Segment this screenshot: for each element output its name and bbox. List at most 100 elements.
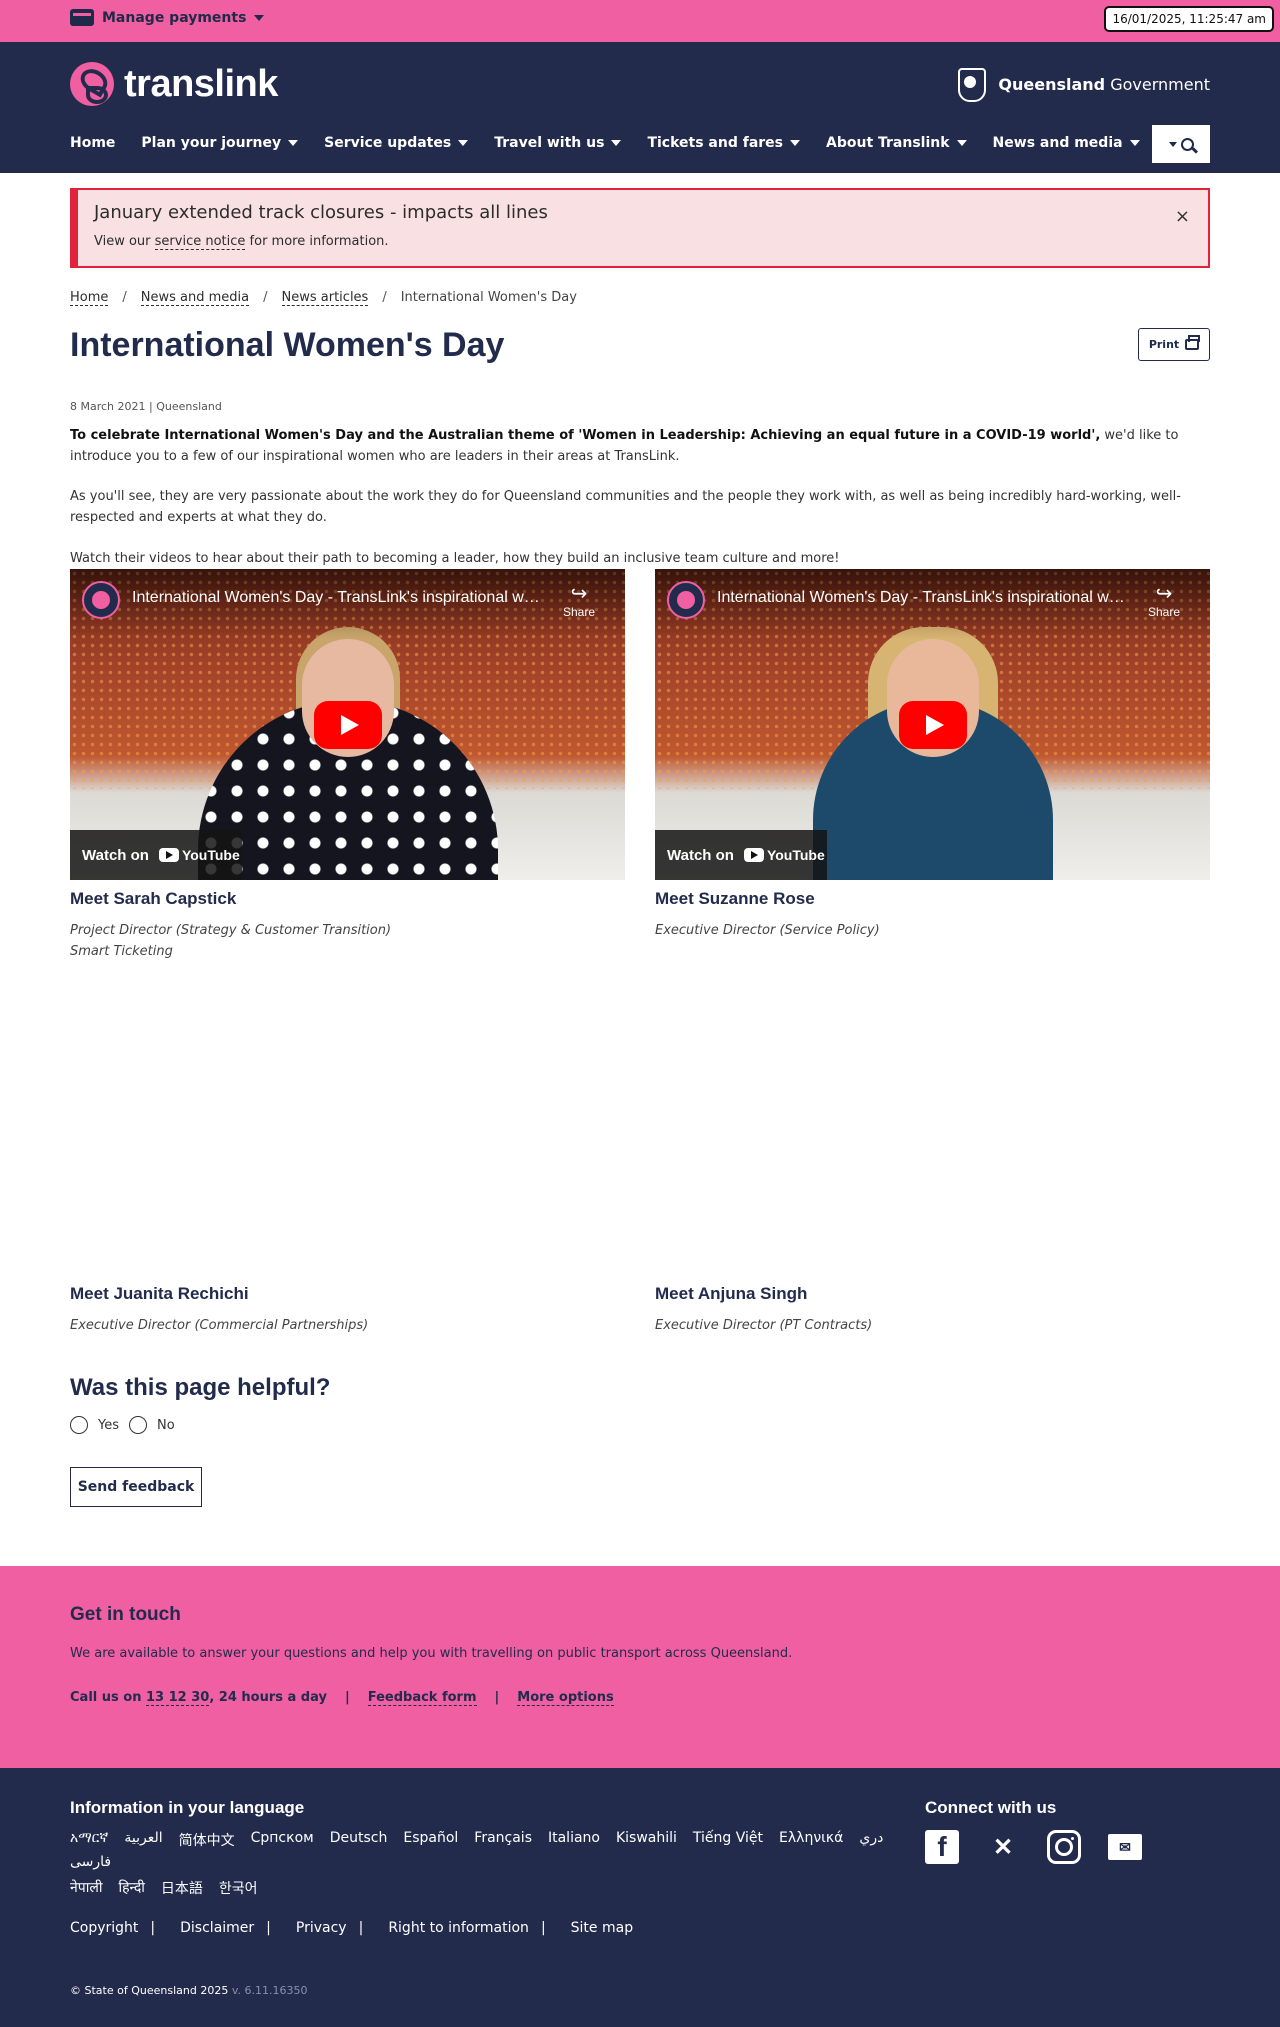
copyright-text: © State of Queensland 2025 <box>70 1984 229 1997</box>
language-link[interactable]: 简体中文 <box>179 1830 235 1850</box>
language-link[interactable]: 한국어 <box>219 1878 258 1898</box>
send-feedback-button[interactable]: Send feedback <box>70 1467 202 1507</box>
share-icon: ↪ <box>1155 583 1173 605</box>
connect-heading: Connect with us <box>925 1798 1057 1817</box>
breadcrumb-separator: / <box>122 290 127 305</box>
nav-service-updates[interactable]: Service updates <box>324 135 469 151</box>
language-link[interactable]: Français <box>474 1830 532 1850</box>
breadcrumb-news-and-media[interactable]: News and media <box>140 290 250 306</box>
watch-on-youtube-button[interactable]: Watch on YouTube <box>70 830 242 880</box>
phone-link[interactable]: 13 12 30 <box>145 1690 210 1706</box>
paragraph: As you'll see, they are very passionate … <box>70 489 1181 525</box>
separator: | <box>358 1920 364 1936</box>
language-link[interactable]: Српском <box>251 1830 314 1850</box>
footer-link-privacy[interactable]: Privacy <box>296 1920 347 1936</box>
breadcrumb-home[interactable]: Home <box>70 290 109 306</box>
email-icon[interactable]: ✉ <box>1108 1834 1142 1860</box>
nav-tickets-and-fares[interactable]: Tickets and fares <box>647 135 800 151</box>
article-meta: 8 March 2021 | Queensland <box>70 400 222 413</box>
intro-paragraph: To celebrate International Women's Day a… <box>70 425 1210 467</box>
nav-travel-with-us[interactable]: Travel with us <box>494 135 622 151</box>
language-link[interactable]: Español <box>403 1830 458 1850</box>
language-link[interactable]: Kiswahili <box>616 1830 677 1850</box>
timestamp: 16/01/2025, 11:25:47 am <box>1104 6 1274 32</box>
language-link[interactable]: العربية <box>124 1830 162 1850</box>
call-us: Call us on 13 12 30, 24 hours a day <box>70 1690 327 1706</box>
nav-label: About Translink <box>826 135 950 151</box>
language-link[interactable]: 日本語 <box>161 1878 203 1898</box>
video-title[interactable]: International Women's Day - TransLink's … <box>132 589 542 607</box>
translink-logo[interactable]: translink <box>70 62 278 106</box>
video-caption-name: Meet Juanita Rechichi <box>70 1284 249 1303</box>
language-link[interactable]: አማርኛ <box>70 1830 108 1850</box>
radio-yes[interactable] <box>70 1416 88 1434</box>
footer-link-copyright[interactable]: Copyright <box>70 1920 138 1936</box>
play-button[interactable] <box>313 700 382 749</box>
language-link[interactable]: فارسی <box>70 1854 111 1870</box>
service-notice-link[interactable]: service notice <box>154 234 246 250</box>
language-link[interactable]: Italiano <box>548 1830 600 1850</box>
search-icon <box>1180 137 1194 151</box>
video-title[interactable]: International Women's Day - TransLink's … <box>717 589 1127 607</box>
language-link[interactable]: नेपाली <box>70 1878 102 1898</box>
video-caption-role: Executive Director (PT Contracts) <box>655 1318 873 1333</box>
feedback-heading: Was this page helpful? <box>70 1374 331 1401</box>
channel-avatar-icon[interactable] <box>82 581 120 619</box>
footer-link-disclaimer[interactable]: Disclaimer <box>180 1920 254 1936</box>
language-link[interactable]: हिन्दी <box>118 1878 144 1898</box>
nav-label: Home <box>70 135 116 151</box>
more-options-link[interactable]: More options <box>517 1690 614 1706</box>
facebook-icon[interactable]: f <box>925 1830 959 1864</box>
paragraph: Watch their videos to hear about their p… <box>70 551 840 566</box>
play-button[interactable] <box>898 700 967 749</box>
watch-on-youtube-button[interactable]: Watch on YouTube <box>655 830 827 880</box>
service-alert: January extended track closures - impact… <box>70 188 1210 268</box>
nav-home[interactable]: Home <box>70 135 115 151</box>
search-button[interactable] <box>1152 125 1210 163</box>
chevron-down-icon <box>458 140 469 146</box>
queensland-government-logo[interactable]: Queensland Government <box>950 64 1210 104</box>
share-icon: ↪ <box>570 583 588 605</box>
video-caption-name: Meet Sarah Capstick <box>70 889 237 908</box>
video-player[interactable]: International Women's Day - TransLink's … <box>655 569 1210 880</box>
youtube-wordmark: YouTube <box>766 847 825 863</box>
breadcrumb: Home / News and media / News articles / … <box>70 290 577 306</box>
print-label: Print <box>1148 338 1180 351</box>
language-link[interactable]: دري <box>859 1830 883 1850</box>
crest-icon <box>950 64 990 104</box>
channel-avatar-icon[interactable] <box>667 581 705 619</box>
nav-label: Tickets and fares <box>647 135 783 151</box>
language-link[interactable]: Ελληνικά <box>779 1830 843 1850</box>
get-in-touch-section: Get in touch We are available to answer … <box>0 1566 1280 1768</box>
language-link[interactable]: Deutsch <box>330 1830 388 1850</box>
footer-link-right-to-information[interactable]: Right to information <box>388 1920 529 1936</box>
feedback-form-link[interactable]: Feedback form <box>367 1690 477 1706</box>
share-button[interactable]: ↪ Share <box>1144 583 1184 619</box>
radio-yes-label: Yes <box>98 1417 119 1433</box>
video-caption-role: Executive Director (Commercial Partnersh… <box>70 1318 369 1333</box>
print-button[interactable]: Print <box>1138 328 1210 361</box>
page-title: International Women's Day <box>70 326 505 364</box>
nav-about-translink[interactable]: About Translink <box>826 135 967 151</box>
role-line: Smart Ticketing <box>70 944 173 959</box>
separator: | <box>266 1920 271 1936</box>
nav-label: Travel with us <box>494 135 605 151</box>
video-player[interactable]: International Women's Day - TransLink's … <box>70 569 625 880</box>
x-icon[interactable]: ✕ <box>986 1830 1020 1864</box>
radio-no[interactable] <box>129 1416 147 1434</box>
nav-news-and-media[interactable]: News and media <box>993 135 1140 151</box>
separator: | <box>344 1690 350 1705</box>
manage-payments-menu[interactable]: Manage payments <box>70 9 265 26</box>
alert-title: January extended track closures - impact… <box>94 202 548 223</box>
nav-label: News and media <box>992 135 1123 151</box>
share-button[interactable]: ↪ Share <box>559 583 599 619</box>
close-icon[interactable]: × <box>1175 206 1190 227</box>
watch-on-label: Watch on <box>667 846 734 864</box>
get-in-touch-heading: Get in touch <box>70 1604 181 1625</box>
nav-plan-your-journey[interactable]: Plan your journey <box>141 135 299 151</box>
breadcrumb-news-articles[interactable]: News articles <box>281 290 369 306</box>
instagram-icon[interactable] <box>1047 1830 1081 1864</box>
chevron-down-icon <box>790 140 800 146</box>
language-link[interactable]: Tiếng Việt <box>693 1830 763 1850</box>
footer-link-site-map[interactable]: Site map <box>571 1920 633 1936</box>
